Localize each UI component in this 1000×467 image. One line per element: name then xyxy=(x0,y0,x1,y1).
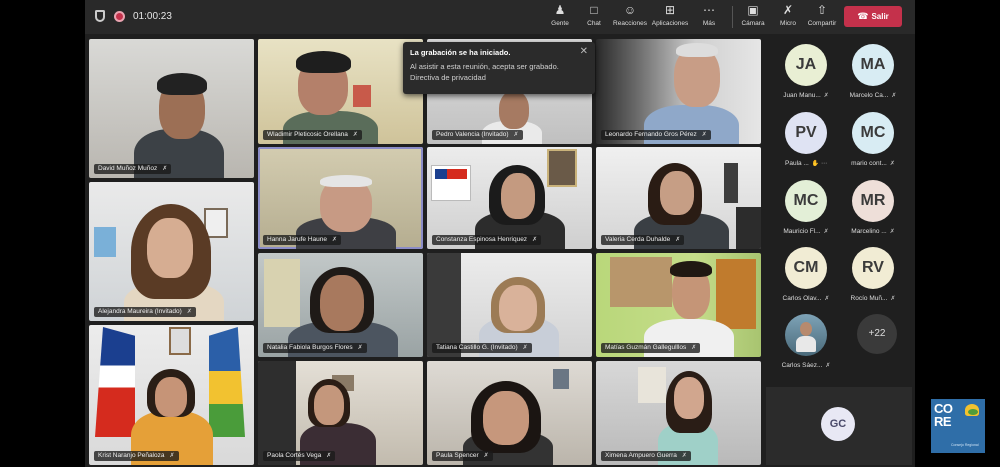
video-tile[interactable]: Alejandra Maureira (Invitado) ✗ xyxy=(89,182,254,321)
video-tile-speaking[interactable]: Hanna Jarufe Haune ✗ xyxy=(258,147,423,249)
mic-off-icon: ✗ xyxy=(701,132,707,138)
apps-button[interactable]: ⊞ Aplicaciones xyxy=(650,3,690,28)
video-tile[interactable]: Matías Guzmán Gallegulllos ✗ xyxy=(596,253,761,357)
more-participants-button[interactable]: +22 xyxy=(857,314,897,354)
reactions-button[interactable]: ☺ Reacciones xyxy=(610,3,650,28)
mic-off-icon: ✗ xyxy=(889,161,895,167)
video-tile[interactable]: Tatiana Castillo G. (Invitado) ✗ xyxy=(427,253,592,357)
mic-off-icon: ✗ xyxy=(352,132,358,138)
mic-off-icon: ✗ xyxy=(681,453,687,459)
video-tile[interactable]: Krist Naranjo Peñaloza ✗ xyxy=(89,325,254,465)
recording-notification: La grabación se ha iniciado. Al asistir … xyxy=(403,42,595,94)
mic-off-icon: ✗ xyxy=(522,345,528,351)
roster-participant[interactable]: MC Mauricio Fl... ✗ xyxy=(774,180,838,235)
roster-participant[interactable]: CM Carlos Olav... ✗ xyxy=(774,247,838,302)
mic-off-icon: ✗ xyxy=(823,229,829,235)
video-tile[interactable]: Ximena Ampuero Guerra ✗ xyxy=(596,361,761,465)
video-tile[interactable]: Natalia Fabiola Burgos Flores ✗ xyxy=(258,253,423,357)
shield-icon[interactable] xyxy=(95,10,105,22)
avatar: MC xyxy=(852,112,894,154)
phone-hangup-icon: ☎ xyxy=(857,11,869,21)
avatar: MC xyxy=(785,180,827,222)
participant-name: Tatiana Castillo G. (Invitado) ✗ xyxy=(432,343,532,353)
share-button[interactable]: ⇧ Compartir xyxy=(802,3,842,28)
self-view-tile[interactable]: GC xyxy=(766,387,912,465)
participant-name: Natalia Fabiola Burgos Flores ✗ xyxy=(263,343,367,353)
mic-off-icon: ✗ xyxy=(332,237,338,243)
roster-participant[interactable]: MR Marcelino ... ✗ xyxy=(841,180,905,235)
mic-off-icon: ✗ xyxy=(162,166,168,172)
roster-participant[interactable]: JA Juan Manu... ✗ xyxy=(774,44,838,99)
video-tile[interactable]: Paola Cortés Vega ✗ xyxy=(258,361,423,465)
chat-icon: □ xyxy=(590,3,598,17)
mic-off-icon: ✗ xyxy=(675,237,681,243)
participant-name: Constanza Espinosa Henriquez ✗ xyxy=(432,235,542,245)
participant-name: Alejandra Maureira (Invitado) ✗ xyxy=(94,307,196,317)
leaf-icon xyxy=(968,409,978,415)
share-icon: ⇧ xyxy=(816,3,828,17)
teams-meeting-window: 01:00:23 ♟ Gente □ Chat ☺ Reacciones ⊞ A… xyxy=(85,0,915,467)
participant-name: Matías Guzmán Gallegulllos ✗ xyxy=(601,343,701,353)
participant-name: Krist Naranjo Peñaloza ✗ xyxy=(94,451,179,461)
avatar: RV xyxy=(852,247,894,289)
video-tile[interactable]: David Muñoz Muñoz ✗ xyxy=(89,39,254,178)
avatar: PV xyxy=(785,112,827,154)
roster-participant[interactable]: MC mario cont... ✗ xyxy=(841,112,905,167)
mic-off-icon: ✗ xyxy=(186,309,192,315)
mic-off-icon: ✗ xyxy=(890,296,896,302)
avatar: CM xyxy=(785,247,827,289)
participant-name: Leonardo Fernando Gros Pérez ✗ xyxy=(601,130,711,140)
mic-off-icon: ✗ xyxy=(889,229,895,235)
meeting-timer: 01:00:23 xyxy=(133,11,172,22)
close-icon[interactable]: ✕ xyxy=(580,46,588,57)
hand-icon: ✋ ⋯ xyxy=(811,161,827,167)
avatar: MR xyxy=(852,180,894,222)
mic-off-icon: ✗ xyxy=(891,93,897,99)
avatar: GC xyxy=(821,407,855,441)
participant-name: Valeria Cerda Duhalde ✗ xyxy=(601,235,685,245)
participant-roster: JA Juan Manu... ✗ MA Marcelo Ca... ✗ PV Pa… xyxy=(766,38,913,383)
video-tile[interactable]: Valeria Cerda Duhalde ✗ xyxy=(596,147,761,249)
participant-name: Pedro Valencia (Invitado) ✗ xyxy=(432,130,523,140)
avatar-photo xyxy=(785,314,827,356)
mic-off-icon: ✗ xyxy=(824,296,830,302)
roster-participant[interactable]: MA Marcelo Ca... ✗ xyxy=(841,44,905,99)
participant-name: Paola Cortés Vega ✗ xyxy=(263,451,336,461)
mic-off-icon: ✗ xyxy=(357,345,363,351)
leave-button[interactable]: ☎ Salir xyxy=(844,6,902,27)
mic-off-icon: ✗ xyxy=(513,132,519,138)
meeting-toolbar: 01:00:23 ♟ Gente □ Chat ☺ Reacciones ⊞ A… xyxy=(85,0,915,34)
mic-off-icon: ✗ xyxy=(169,453,175,459)
apps-icon: ⊞ xyxy=(664,3,676,17)
avatar: MA xyxy=(852,44,894,86)
mic-off-icon: ✗ xyxy=(691,345,697,351)
participant-name: Paula Spencer ✗ xyxy=(432,451,493,461)
chat-button[interactable]: □ Chat xyxy=(574,3,614,28)
roster-participant[interactable]: PV Paula ... ✋ ⋯ xyxy=(774,112,838,167)
camera-button[interactable]: ▣ Cámara xyxy=(733,3,773,28)
video-tile[interactable]: Wladimir Pleticosic Orellana ✗ xyxy=(258,39,423,144)
recording-icon xyxy=(114,11,125,22)
video-tile[interactable]: Paula Spencer ✗ xyxy=(427,361,592,465)
video-tile[interactable]: Leonardo Fernando Gros Pérez ✗ xyxy=(596,39,761,144)
core-logo: CO RE Consejo Regional xyxy=(931,399,985,453)
mic-off-icon: ✗ xyxy=(823,93,829,99)
participant-name: David Muñoz Muñoz ✗ xyxy=(94,164,172,174)
mic-off-icon: ✗ xyxy=(326,453,332,459)
participant-name: Ximena Ampuero Guerra ✗ xyxy=(601,451,691,461)
participant-name: Wladimir Pleticosic Orellana ✗ xyxy=(263,130,362,140)
participant-name: Hanna Jarufe Haune ✗ xyxy=(263,235,342,245)
camera-off-icon: ▣ xyxy=(747,3,759,17)
roster-participant[interactable]: RV Rocío Muñ... ✗ xyxy=(841,247,905,302)
mic-off-icon: ✗ xyxy=(825,363,831,369)
avatar: JA xyxy=(785,44,827,86)
roster-participant[interactable]: Carlos Sáez... ✗ xyxy=(774,314,838,369)
more-icon: ⋯ xyxy=(703,3,715,17)
privacy-policy-link[interactable]: Directiva de privacidad xyxy=(410,72,588,83)
mic-off-icon: ✗ xyxy=(532,237,538,243)
video-tile[interactable]: Constanza Espinosa Henriquez ✗ xyxy=(427,147,592,249)
reactions-icon: ☺ xyxy=(623,3,637,17)
mic-off-icon: ✗ xyxy=(483,453,489,459)
more-button[interactable]: ⋯ Más xyxy=(689,3,729,28)
